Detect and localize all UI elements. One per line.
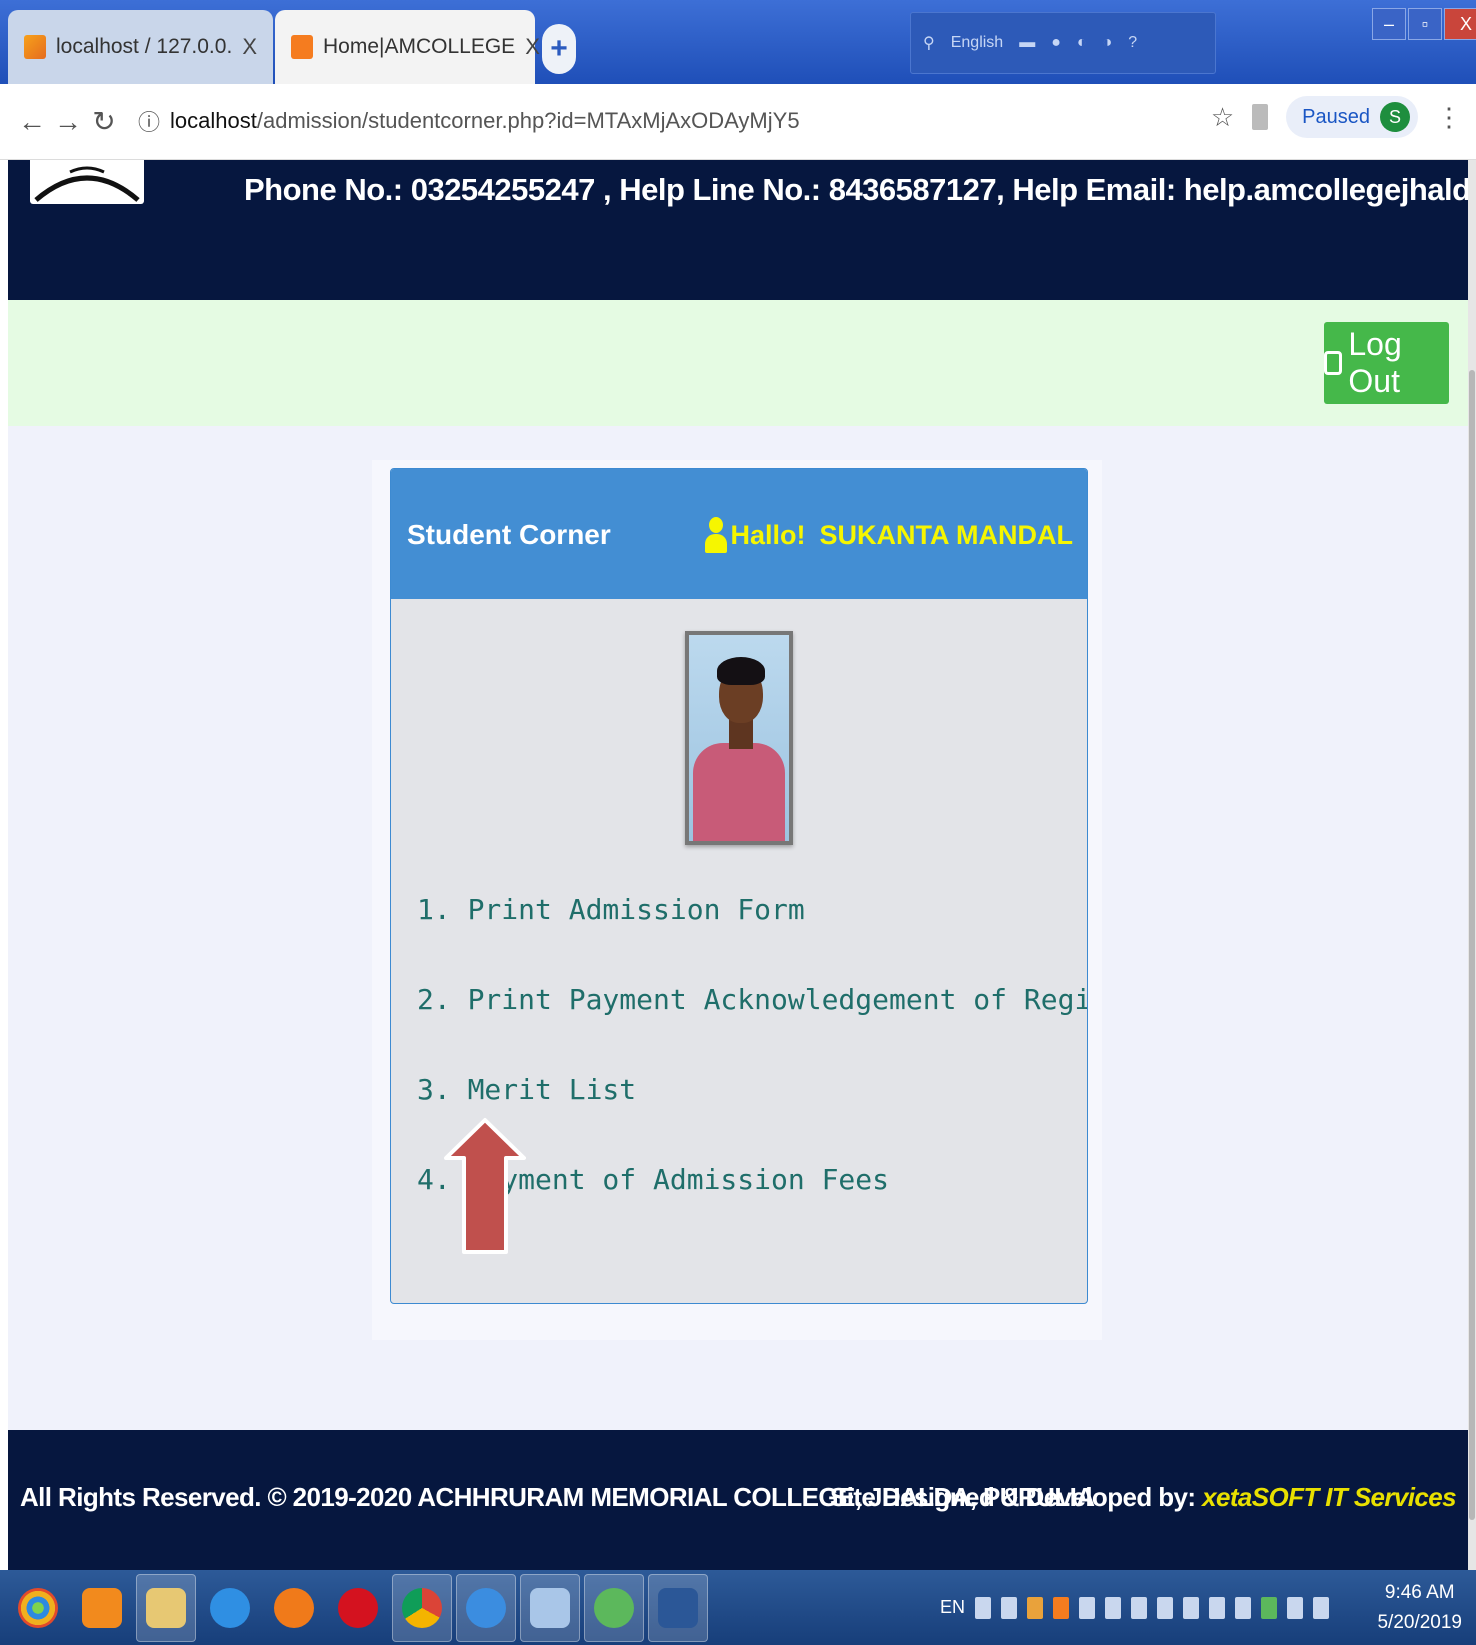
tray-icon[interactable] xyxy=(1131,1596,1148,1619)
tray-icon[interactable] xyxy=(975,1596,992,1619)
scrollbar-thumb[interactable] xyxy=(1469,370,1475,1520)
media-player-icon[interactable] xyxy=(72,1574,132,1642)
sign-out-icon xyxy=(1324,351,1343,375)
flag-icon[interactable] xyxy=(1287,1596,1304,1619)
battery-icon[interactable] xyxy=(1209,1596,1226,1619)
language-indicator[interactable]: EN xyxy=(940,1597,965,1618)
developer-brand-link[interactable]: xetaSOFT IT Services xyxy=(1202,1482,1457,1512)
bookmark-star-icon[interactable]: ☆ xyxy=(1211,102,1234,133)
menu-link-print-admission-form[interactable]: 1. Print Admission Form xyxy=(417,893,1087,983)
phpmyadmin-icon xyxy=(24,35,46,59)
profile-button[interactable]: Paused S xyxy=(1286,96,1418,138)
opera-icon[interactable] xyxy=(328,1574,388,1642)
contact-info: Phone No.: 03254255247 , Help Line No.: … xyxy=(244,172,1468,207)
close-window-button[interactable]: X xyxy=(1444,8,1476,40)
tray-icon[interactable] xyxy=(1079,1596,1096,1619)
app-icon[interactable] xyxy=(520,1574,580,1642)
volume-icon[interactable] xyxy=(1235,1596,1252,1619)
network-icon[interactable] xyxy=(1183,1596,1200,1619)
tab-amcollege[interactable]: Home|AMCOLLEGE X xyxy=(275,10,540,84)
clock-time: 9:46 AM xyxy=(1384,1582,1455,1603)
chrome-icon[interactable] xyxy=(392,1574,452,1642)
lang-tool-icon[interactable]: ● xyxy=(1051,34,1061,52)
extension-icon[interactable] xyxy=(1252,104,1269,130)
tab-close-icon[interactable]: X xyxy=(525,34,540,60)
language-label[interactable]: English xyxy=(951,34,1003,52)
window-controls: – ▫ X xyxy=(1372,8,1476,40)
greeting: Hallo! SUKANTA MANDAL xyxy=(704,517,1073,553)
action-bar xyxy=(8,300,1468,426)
lang-tool-icon[interactable]: ▬ xyxy=(1019,34,1035,52)
url-bar[interactable]: ⓘ localhost/admission/studentcorner.php?… xyxy=(126,94,1226,148)
developer-credit: Site Designed & Developed by: xetaSOFT I… xyxy=(830,1482,1457,1513)
credit-prefix: Site Designed & Developed by: xyxy=(830,1482,1196,1512)
tray-icon[interactable] xyxy=(1157,1596,1174,1619)
browser-titlebar: localhost / 127.0.0.1 / amcollege X Home… xyxy=(0,0,1476,84)
tab-label: localhost / 127.0.0.1 / amcollege xyxy=(56,35,233,58)
bluetooth-icon[interactable] xyxy=(1313,1596,1330,1619)
url-host: localhost xyxy=(170,108,257,133)
student-photo xyxy=(685,631,793,845)
logout-button[interactable]: Log Out xyxy=(1324,322,1449,404)
start-button[interactable] xyxy=(8,1574,68,1642)
windows-logo-icon xyxy=(18,1588,58,1628)
page-scrollbar[interactable] xyxy=(1468,160,1476,1570)
xampp-icon xyxy=(291,35,313,59)
tab-close-icon[interactable]: X xyxy=(242,34,257,60)
internet-explorer-icon[interactable] xyxy=(200,1574,260,1642)
file-explorer-icon[interactable] xyxy=(136,1574,196,1642)
screen: localhost / 127.0.0.1 / amcollege X Home… xyxy=(0,0,1476,1645)
menu-kebab-icon[interactable]: ⋮ xyxy=(1436,102,1462,133)
language-bar: ⚲ English ▬ ● ◐ ◑ ? xyxy=(910,12,1216,74)
input-method-icon[interactable]: ⚲ xyxy=(923,33,935,53)
student-name: SUKANTA MANDAL xyxy=(819,519,1073,550)
tab-phpmyadmin[interactable]: localhost / 127.0.0.1 / amcollege X xyxy=(8,10,273,84)
maximize-button[interactable]: ▫ xyxy=(1408,8,1442,40)
os-taskbar: EN 9:46 AM 5/20/2019 xyxy=(0,1570,1476,1645)
site-header: Phone No.: 03254255247 , Help Line No.: … xyxy=(8,160,1468,300)
new-tab-button[interactable]: + xyxy=(542,24,576,74)
menu-link-print-payment-acknowledgement[interactable]: 2. Print Payment Acknowledgement of Regi… xyxy=(417,983,1087,1073)
help-icon[interactable]: ? xyxy=(1128,34,1137,52)
word-icon[interactable] xyxy=(648,1574,708,1642)
back-arrow-icon[interactable]: ← xyxy=(14,106,50,138)
logout-label: Log Out xyxy=(1348,326,1402,399)
site-footer: All Rights Reserved. © 2019-2020 ACHHRUR… xyxy=(8,1430,1468,1570)
avatar: S xyxy=(1380,102,1410,132)
tray-icon[interactable] xyxy=(1001,1596,1018,1619)
system-tray: EN xyxy=(940,1570,1330,1645)
toolbar-right: ☆ Paused S ⋮ xyxy=(1211,96,1462,138)
lang-tool-icon[interactable]: ◑ xyxy=(1103,34,1113,52)
page-viewport: Phone No.: 03254255247 , Help Line No.: … xyxy=(8,160,1468,1570)
tab-label: Home|AMCOLLEGE xyxy=(323,35,516,58)
profile-status: Paused xyxy=(1302,105,1370,128)
tray-icon[interactable] xyxy=(1053,1596,1070,1619)
user-icon xyxy=(704,517,727,553)
panel-header: Student Corner Hallo! SUKANTA MANDAL xyxy=(391,469,1087,599)
app-icon[interactable] xyxy=(584,1574,644,1642)
url-path: /admission/studentcorner.php?id=MTAxMjAx… xyxy=(256,108,800,133)
annotation-up-arrow-icon xyxy=(444,1118,526,1254)
firefox-icon[interactable] xyxy=(264,1574,324,1642)
forward-arrow-icon[interactable]: → xyxy=(50,106,86,138)
edge-icon[interactable] xyxy=(456,1574,516,1642)
clock[interactable]: 9:46 AM 5/20/2019 xyxy=(1377,1578,1462,1638)
info-icon[interactable]: ⓘ xyxy=(138,105,160,137)
reload-icon[interactable]: ↻ xyxy=(86,105,122,138)
greeting-label: Hallo! xyxy=(730,519,806,550)
tray-icon[interactable] xyxy=(1105,1596,1122,1619)
tray-icon[interactable] xyxy=(1261,1596,1278,1619)
panel-title: Student Corner xyxy=(407,519,611,550)
address-toolbar: ← → ↻ ⓘ localhost/admission/studentcorne… xyxy=(0,84,1476,160)
logo-emblem-icon xyxy=(34,166,140,202)
tray-icon[interactable] xyxy=(1027,1596,1044,1619)
minimize-button[interactable]: – xyxy=(1372,8,1406,40)
college-logo xyxy=(30,160,144,204)
clock-date: 5/20/2019 xyxy=(1377,1612,1462,1633)
lang-tool-icon[interactable]: ◐ xyxy=(1077,34,1087,52)
